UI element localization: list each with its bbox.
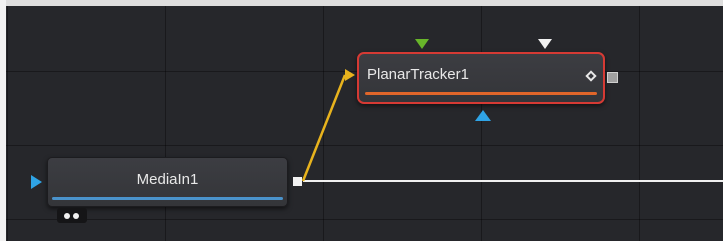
mediain-input-port[interactable] [31,175,42,189]
diamond-icon[interactable] [585,70,597,82]
planartracker-output-port[interactable] [607,72,618,83]
planartracker-bottom-input-port[interactable] [475,110,491,121]
planartracker-node[interactable]: PlanarTracker1 [357,52,605,104]
planartracker-background-input-port[interactable] [345,69,355,81]
planartracker-node-title: PlanarTracker1 [367,66,469,83]
planartracker-foreground-input-port[interactable] [415,39,429,49]
mediain-node-title: MediaIn1 [136,171,199,188]
tracker-input-wire[interactable] [301,74,347,182]
node-editor-canvas[interactable]: MediaIn1 PlanarTracker1 [0,0,723,241]
mediain-node[interactable]: MediaIn1 [47,157,288,207]
mediain-color-bar [52,197,283,200]
view-indicator-badge[interactable] [57,208,87,223]
mediain-output-port[interactable] [293,177,302,186]
planartracker-color-bar [365,92,597,95]
planartracker-mask-input-port[interactable] [538,39,552,49]
